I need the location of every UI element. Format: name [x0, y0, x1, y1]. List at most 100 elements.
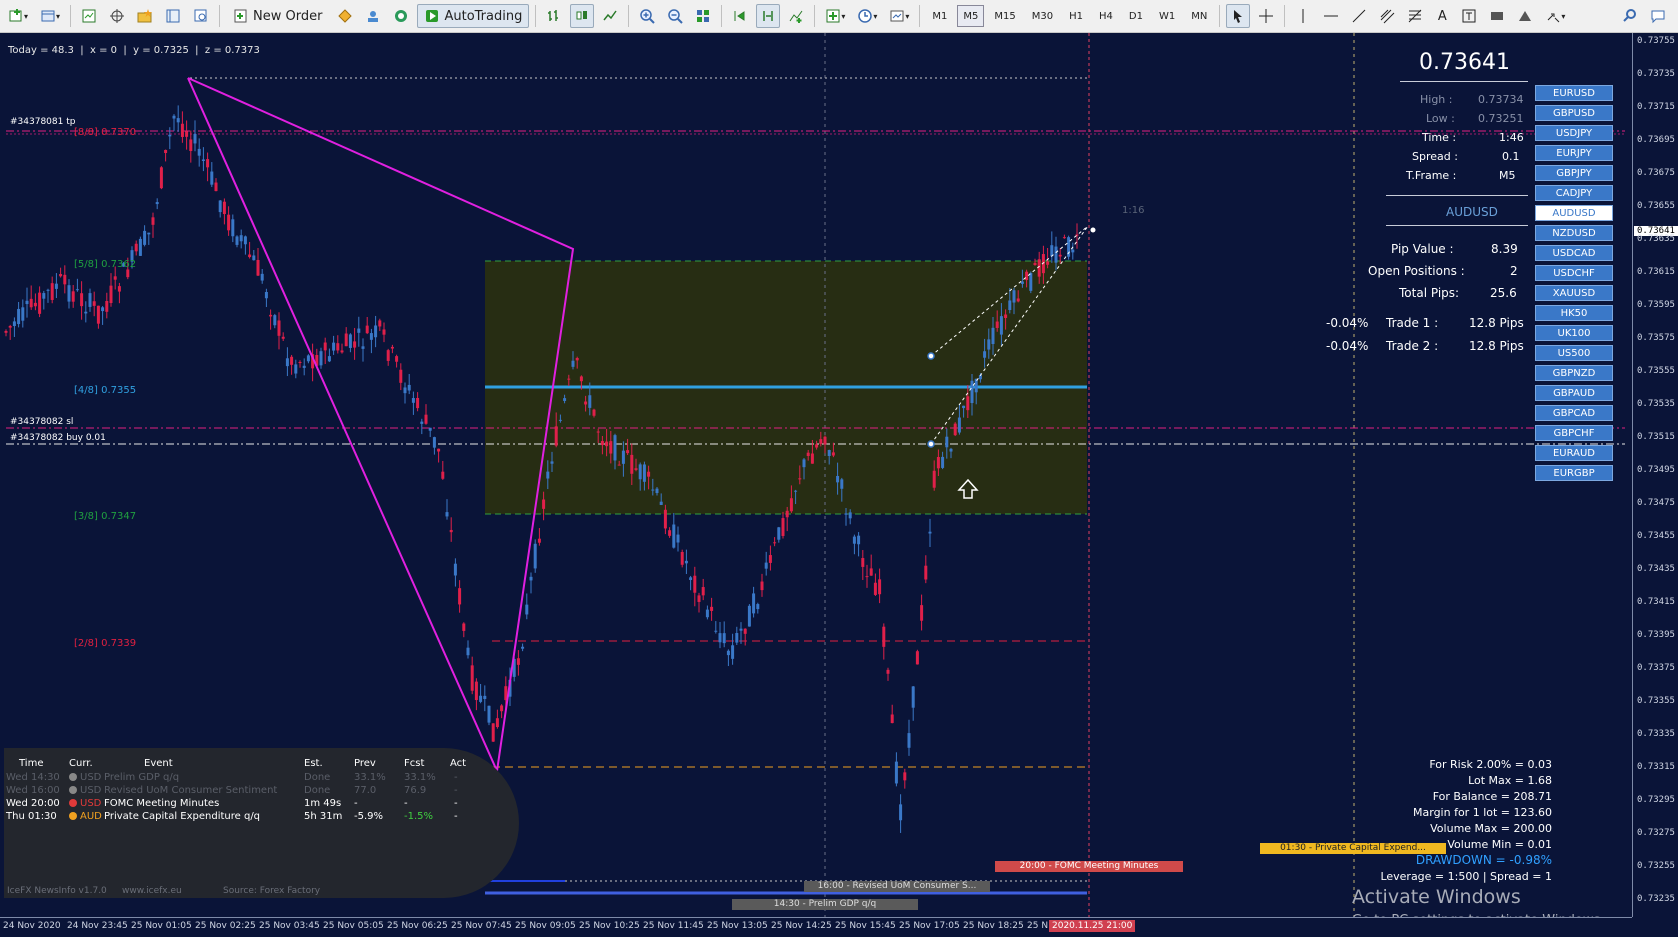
symbol-button-xauusd[interactable]: XAUUSD: [1535, 285, 1613, 301]
rectangle-button[interactable]: [1485, 4, 1509, 28]
time-tick: 25 Nov 14:25: [771, 921, 832, 931]
risk-leverage: Leverage = 1:500 | Spread = 1: [1380, 870, 1552, 883]
new-chart-button[interactable]: ▾: [4, 4, 32, 28]
market-watch-button[interactable]: [77, 4, 101, 28]
text-label-button[interactable]: [1457, 4, 1481, 28]
timeframe-mn[interactable]: MN: [1185, 5, 1213, 27]
chat-button[interactable]: [1646, 4, 1670, 28]
trade-entry-marker: [927, 440, 935, 448]
candle-body: [647, 471, 651, 477]
indicator-list-button[interactable]: ▾: [821, 4, 849, 28]
zoom-in-button[interactable]: [635, 4, 659, 28]
symbol-button-hk50[interactable]: HK50: [1535, 305, 1613, 321]
strategy-tester-button[interactable]: [189, 4, 213, 28]
vertical-line-icon: [1302, 9, 1304, 23]
cursor-icon: [1234, 10, 1243, 23]
spread-value: 0.1: [1502, 150, 1520, 163]
symbol-button-eurjpy[interactable]: EURJPY: [1535, 145, 1613, 161]
timeframe-w1[interactable]: W1: [1153, 5, 1181, 27]
new-order-button[interactable]: New Order: [226, 4, 329, 28]
signals-button[interactable]: [389, 4, 413, 28]
news-est-cell: Done: [304, 772, 331, 783]
timeframe-m5[interactable]: M5: [957, 5, 985, 27]
triangle-button[interactable]: [1513, 4, 1537, 28]
community-button[interactable]: [361, 4, 385, 28]
chart-shift-button[interactable]: [756, 4, 781, 28]
price-axis[interactable]: 0.73641 0.73755 0.73735 0.73715 0.73695 0.73…: [1632, 33, 1678, 917]
templates-button[interactable]: ▾: [885, 4, 913, 28]
candle-body: [399, 369, 403, 383]
candle-body: [668, 530, 672, 536]
news-time-cell: Wed 20:00: [6, 798, 60, 809]
timeframe-h4[interactable]: H4: [1093, 5, 1119, 27]
trendline-button[interactable]: [1347, 4, 1371, 28]
candle-body: [46, 289, 50, 291]
candle-body: [180, 123, 184, 137]
chart-window[interactable]: Today = 48.3 | x = 0 | y = 0.7325 | z = …: [0, 33, 1632, 928]
candle-body: [920, 605, 924, 621]
line-chart-button[interactable]: [598, 4, 622, 28]
channel-button[interactable]: [1375, 4, 1399, 28]
text-tool-button[interactable]: A: [1431, 4, 1453, 28]
candle-body: [693, 575, 697, 593]
timeframe-d1[interactable]: D1: [1123, 5, 1149, 27]
periods-button[interactable]: ▾: [853, 4, 881, 28]
arrows-button[interactable]: ▾: [1541, 4, 1569, 28]
indicators-button[interactable]: [784, 4, 808, 28]
candle-body: [609, 441, 613, 454]
news-currency: USD: [80, 772, 102, 783]
candle-body: [995, 321, 999, 328]
symbol-button-gbpcad[interactable]: GBPCAD: [1535, 405, 1613, 421]
auto-scroll-button[interactable]: [728, 4, 752, 28]
symbol-button-gbpusd[interactable]: GBPUSD: [1535, 105, 1613, 121]
symbol-button-eurusd[interactable]: EURUSD: [1535, 85, 1613, 101]
symbol-button-nzdusd[interactable]: NZDUSD: [1535, 225, 1613, 241]
metaeditor-button[interactable]: [333, 4, 357, 28]
symbol-button-audusd[interactable]: AUDUSD: [1535, 205, 1613, 221]
timeframe-h1[interactable]: H1: [1063, 5, 1089, 27]
profiles-button[interactable]: ▾: [36, 4, 64, 28]
cursor-tool-button[interactable]: [1226, 4, 1251, 28]
symbol-button-usdjpy[interactable]: USDJPY: [1535, 125, 1613, 141]
bar-chart-button[interactable]: [542, 4, 566, 28]
autotrading-button[interactable]: AutoTrading: [417, 4, 530, 28]
symbol-button-euraud[interactable]: EURAUD: [1535, 445, 1613, 461]
candle-body: [357, 328, 361, 333]
symbol-button-usdchf[interactable]: USDCHF: [1535, 265, 1613, 281]
terminal-button[interactable]: [161, 4, 185, 28]
candle-body: [378, 320, 382, 327]
search-button[interactable]: [1618, 4, 1642, 28]
symbol-button-gbpnzd[interactable]: GBPNZD: [1535, 365, 1613, 381]
candle-body: [886, 669, 890, 674]
price-tick: 0.73655: [1637, 201, 1675, 211]
vertical-line-button[interactable]: [1291, 4, 1315, 28]
timeframe-m15[interactable]: M15: [988, 5, 1021, 27]
symbol-button-gbpchf[interactable]: GBPCHF: [1535, 425, 1613, 441]
candle-body: [869, 568, 873, 576]
navigator-button[interactable]: [105, 4, 129, 28]
tile-windows-button[interactable]: [691, 4, 715, 28]
timeframe-m30[interactable]: M30: [1026, 5, 1059, 27]
symbol-button-gbpaud[interactable]: GBPAUD: [1535, 385, 1613, 401]
symbol-button-eurgbp[interactable]: EURGBP: [1535, 465, 1613, 481]
zoom-out-button[interactable]: [663, 4, 687, 28]
symbol-button-uk100[interactable]: UK100: [1535, 325, 1613, 341]
symbol-button-us500[interactable]: US500: [1535, 345, 1613, 361]
fibonacci-button[interactable]: [1403, 4, 1427, 28]
z-readout: z = 0.7373: [204, 45, 260, 56]
timeframe-m1[interactable]: M1: [926, 5, 953, 27]
profiles-icon: [41, 10, 55, 22]
favorites-button[interactable]: [133, 4, 157, 28]
symbol-button-cadjpy[interactable]: CADJPY: [1535, 185, 1613, 201]
news-footer-url[interactable]: www.icefx.eu: [122, 886, 182, 896]
candle-body: [550, 461, 554, 464]
price-tick: 0.73475: [1637, 498, 1675, 508]
symbol-button-usdcad[interactable]: USDCAD: [1535, 245, 1613, 261]
candle-body: [63, 274, 67, 285]
candlestick-button[interactable]: [570, 4, 595, 28]
symbol-button-gbpjpy[interactable]: GBPJPY: [1535, 165, 1613, 181]
time-tick: 24 Nov 23:45: [67, 921, 128, 931]
time-axis[interactable]: 2020.11.25 21:00 24 Nov 2020 24 Nov 23:45…: [0, 917, 1632, 937]
horizontal-line-button[interactable]: [1319, 4, 1343, 28]
crosshair-tool-button[interactable]: [1254, 4, 1278, 28]
